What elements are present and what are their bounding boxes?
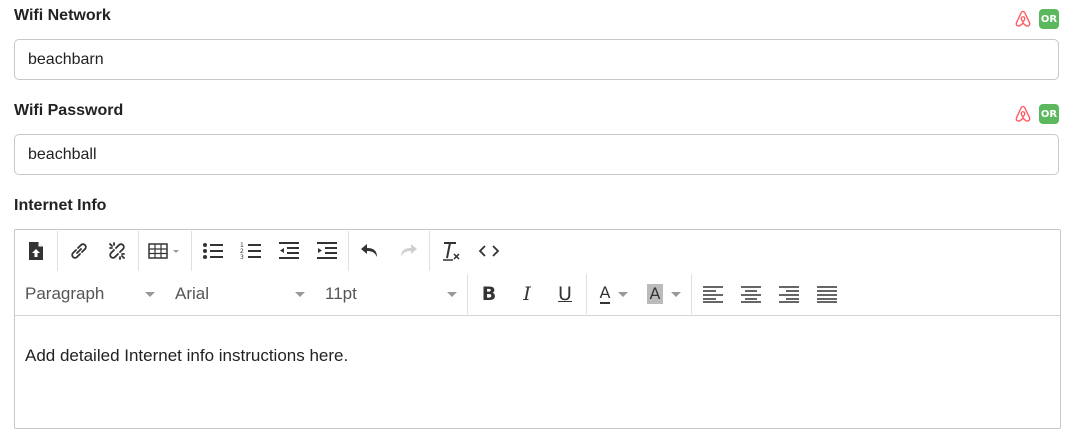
font-size-select[interactable]: 11pt <box>315 277 467 311</box>
airbnb-icon[interactable] <box>1013 9 1033 29</box>
align-left-icon[interactable] <box>694 277 732 311</box>
editor-content[interactable]: Add detailed Internet info instructions … <box>25 346 348 366</box>
toolbar-group-format-selects: Paragraph Arial 11pt <box>15 274 468 314</box>
wifi-network-input[interactable] <box>14 39 1059 80</box>
insert-file-icon[interactable] <box>17 234 55 268</box>
wifi-password-input[interactable] <box>14 134 1059 175</box>
italic-icon[interactable]: I <box>508 277 546 311</box>
wifi-network-badges: OR <box>1013 9 1059 29</box>
text-color-icon[interactable]: A <box>589 277 639 311</box>
outdent-icon[interactable] <box>270 234 308 268</box>
toolbar-group-align <box>692 274 848 314</box>
or-badge[interactable]: OR <box>1039 9 1059 29</box>
background-color-label: A <box>646 284 664 304</box>
bold-label: B <box>481 283 497 305</box>
numbered-list-icon[interactable]: 123 <box>232 234 270 268</box>
background-color-icon[interactable]: A <box>639 277 689 311</box>
align-right-icon[interactable] <box>770 277 808 311</box>
svg-text:3: 3 <box>240 254 244 261</box>
clear-formatting-icon[interactable] <box>432 234 470 268</box>
or-badge[interactable]: OR <box>1039 104 1059 124</box>
unlink-icon[interactable] <box>98 234 136 268</box>
redo-icon[interactable] <box>389 234 427 268</box>
chevron-down-icon <box>295 291 305 297</box>
bold-icon[interactable]: B <box>470 277 508 311</box>
wifi-password-label: Wifi Password <box>14 102 124 119</box>
toolbar-group-text-style: B I U <box>468 274 587 314</box>
link-icon[interactable] <box>60 234 98 268</box>
indent-icon[interactable] <box>308 234 346 268</box>
chevron-down-icon <box>618 291 629 297</box>
undo-icon[interactable] <box>351 234 389 268</box>
toolbar-group-file <box>15 231 58 271</box>
toolbar-group-table <box>139 231 192 271</box>
align-center-icon[interactable] <box>732 277 770 311</box>
underline-label: U <box>558 283 572 305</box>
font-family-select[interactable]: Arial <box>165 277 315 311</box>
chevron-down-icon <box>671 291 682 297</box>
toolbar-group-history <box>349 231 430 271</box>
toolbar-group-misc <box>430 231 510 271</box>
font-family-value: Arial <box>175 284 210 303</box>
editor-toolbar-row-1: 123 <box>15 231 510 271</box>
chevron-down-icon <box>145 291 155 297</box>
rich-text-editor: 123 Paragraph Arial 11pt B I U A A Add d… <box>14 229 1061 429</box>
underline-icon[interactable]: U <box>546 277 584 311</box>
chevron-down-icon <box>447 291 457 297</box>
block-format-value: Paragraph <box>25 284 105 303</box>
editor-divider <box>15 315 1060 316</box>
toolbar-group-colors: A A <box>587 274 692 314</box>
toolbar-group-link <box>58 231 139 271</box>
wifi-network-label: Wifi Network <box>14 7 111 24</box>
source-code-icon[interactable] <box>470 234 508 268</box>
text-color-label: A <box>599 283 611 304</box>
italic-label: I <box>523 283 531 305</box>
table-icon[interactable] <box>141 234 189 268</box>
toolbar-group-lists: 123 <box>192 231 349 271</box>
internet-info-label: Internet Info <box>14 197 107 214</box>
editor-toolbar-row-2: Paragraph Arial 11pt B I U A A <box>15 274 848 314</box>
bullet-list-icon[interactable] <box>194 234 232 268</box>
block-format-select[interactable]: Paragraph <box>15 277 165 311</box>
align-justify-icon[interactable] <box>808 277 846 311</box>
wifi-password-badges: OR <box>1013 104 1059 124</box>
font-size-value: 11pt <box>325 284 357 303</box>
airbnb-icon[interactable] <box>1013 104 1033 124</box>
